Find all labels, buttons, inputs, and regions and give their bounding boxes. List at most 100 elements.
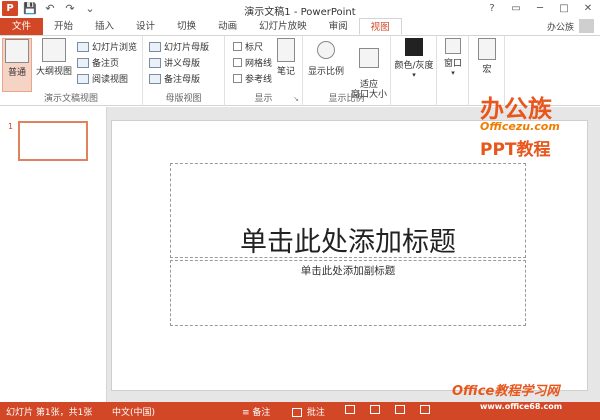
reading-view-status-icon[interactable]: [395, 405, 407, 415]
slide-thumbnail-pane[interactable]: 1: [0, 107, 107, 402]
minimize-icon[interactable]: ─: [528, 0, 552, 18]
chevron-down-icon: ▾: [412, 71, 416, 79]
ruler-label: 标尺: [245, 43, 264, 53]
slide-sorter-icon: [77, 41, 89, 52]
group-label-zoom: 显示比例: [328, 94, 365, 104]
group-presentation-views: 普通 大纲视图 幻灯片浏览 备注页 阅读视图 演示文稿视图: [0, 36, 143, 106]
chevron-down-icon: ▾: [451, 69, 455, 77]
macros-label: 宏: [482, 65, 492, 75]
comments-toggle[interactable]: 批注: [292, 405, 325, 418]
notes-status-label: 备注: [252, 408, 271, 418]
maximize-icon[interactable]: □: [552, 0, 576, 18]
notes-master-label: 备注母版: [164, 75, 201, 85]
ribbon-display-options-icon[interactable]: ▭: [504, 0, 528, 18]
slide-canvas[interactable]: 单击此处添加标题 单击此处添加副标题: [111, 120, 588, 391]
tab-view[interactable]: 视图: [358, 18, 402, 35]
close-icon[interactable]: ✕: [576, 0, 600, 18]
slide-number: 1: [8, 122, 14, 131]
outline-view-button[interactable]: 大纲视图: [35, 38, 73, 92]
slide-master-label: 幻灯片母版: [164, 43, 210, 53]
gridlines-checkbox[interactable]: 网格线: [233, 56, 272, 69]
slide-info[interactable]: 幻灯片 第1张，共1张: [6, 405, 92, 418]
avatar[interactable]: [579, 19, 594, 33]
notes-label: 笔记: [276, 67, 295, 77]
notes-page-button[interactable]: 备注页: [77, 56, 119, 69]
magnifier-icon: [317, 41, 335, 59]
help-icon[interactable]: ?: [480, 0, 504, 18]
handout-master-icon: [149, 57, 161, 68]
slide-sorter-label: 幻灯片浏览: [92, 43, 138, 53]
zoom-button[interactable]: 显示比例: [306, 38, 346, 88]
watermark-brand-url: Officezu.com: [480, 120, 560, 133]
outline-view-icon: [42, 38, 66, 62]
color-grayscale-button[interactable]: 颜色/灰度 ▾: [393, 38, 435, 94]
zoom-label: 显示比例: [307, 67, 344, 77]
reading-view-icon: [77, 73, 89, 84]
group-color: 颜色/灰度 ▾: [391, 36, 437, 106]
normal-view-button[interactable]: 普通: [2, 38, 32, 92]
watermark-bottom-brand: Office教程学习网: [452, 384, 560, 399]
watermark-bottom-url: www.office68.com: [480, 402, 563, 411]
guides-checkbox[interactable]: 参考线: [233, 72, 272, 85]
window-icon: [445, 38, 461, 54]
color-swatch-icon: [405, 38, 423, 56]
macros-icon: [478, 38, 496, 60]
show-dialog-launcher-icon[interactable]: ↘: [293, 95, 299, 103]
ruler-check-icon: [233, 42, 242, 51]
window-button[interactable]: 窗口 ▾: [439, 38, 467, 94]
slide-master-button[interactable]: 幻灯片母版: [149, 40, 209, 53]
group-window: 窗口 ▾: [437, 36, 469, 106]
watermark-logo: 办公族 Officezu.com PPT教程: [480, 89, 590, 160]
outline-view-label: 大纲视图: [35, 67, 72, 77]
notes-page-label: 备注页: [92, 59, 120, 69]
handout-master-label: 讲义母版: [164, 59, 201, 69]
normal-view-status-icon[interactable]: [345, 405, 357, 415]
slideshow-status-icon[interactable]: [420, 405, 432, 415]
tab-design[interactable]: 设计: [125, 18, 166, 35]
fit-to-window-button[interactable]: 适应 窗口大小: [349, 38, 389, 100]
user-name[interactable]: 办公族: [547, 20, 574, 33]
subtitle-placeholder[interactable]: 单击此处添加副标题: [170, 260, 526, 326]
tab-slide-show[interactable]: 幻灯片放映: [248, 18, 318, 35]
watermark-brand-cn: 办公族: [480, 95, 552, 123]
language-indicator[interactable]: 中文(中国): [112, 405, 155, 418]
reading-view-button[interactable]: 阅读视图: [77, 72, 128, 85]
handout-master-button[interactable]: 讲义母版: [149, 56, 200, 69]
gridlines-check-icon: [233, 58, 242, 67]
notes-toggle[interactable]: ≡ 备注: [242, 405, 270, 418]
group-zoom: 显示比例 适应 窗口大小 显示比例: [303, 36, 391, 106]
tab-insert[interactable]: 插入: [84, 18, 125, 35]
comments-status-label: 批注: [306, 408, 325, 418]
group-master-views: 幻灯片母版 讲义母版 备注母版 母版视图: [143, 36, 225, 106]
notes-page-icon: [77, 57, 89, 68]
reading-view-label: 阅读视图: [92, 75, 129, 85]
slide-sorter-status-icon[interactable]: [370, 405, 382, 415]
ribbon-tabs: 文件 开始 插入 设计 切换 动画 幻灯片放映 审阅 视图: [0, 18, 600, 36]
notes-icon: [277, 38, 295, 62]
color-grayscale-label: 颜色/灰度: [394, 61, 434, 71]
group-label-master-views: 母版视图: [165, 94, 202, 104]
subtitle-placeholder-text: 单击此处添加副标题: [300, 265, 396, 277]
notes-master-button[interactable]: 备注母版: [149, 72, 200, 85]
notes-button[interactable]: 笔记: [273, 38, 299, 88]
comment-icon: [292, 408, 302, 417]
macros-button[interactable]: 宏: [473, 38, 501, 94]
normal-view-label: 普通: [7, 68, 26, 78]
window-controls: ? ▭ ─ □ ✕: [480, 0, 600, 18]
group-show: 标尺 网格线 参考线 笔记 显示 ↘: [225, 36, 303, 106]
slide-sorter-button[interactable]: 幻灯片浏览: [77, 40, 137, 53]
tab-transitions[interactable]: 切换: [166, 18, 207, 35]
window-label: 窗口: [443, 59, 462, 69]
ruler-checkbox[interactable]: 标尺: [233, 40, 263, 53]
tab-animations[interactable]: 动画: [207, 18, 248, 35]
title-placeholder-text: 单击此处添加标题: [240, 227, 456, 258]
group-label-show: 显示: [254, 94, 273, 104]
title-placeholder[interactable]: 单击此处添加标题: [170, 163, 526, 258]
tab-file[interactable]: 文件: [0, 18, 44, 35]
tab-home[interactable]: 开始: [43, 18, 84, 35]
slide-thumbnail[interactable]: [18, 121, 88, 161]
tab-review[interactable]: 审阅: [318, 18, 359, 35]
guides-check-icon: [233, 74, 242, 83]
gridlines-label: 网格线: [245, 59, 273, 69]
slide-master-icon: [149, 41, 161, 52]
